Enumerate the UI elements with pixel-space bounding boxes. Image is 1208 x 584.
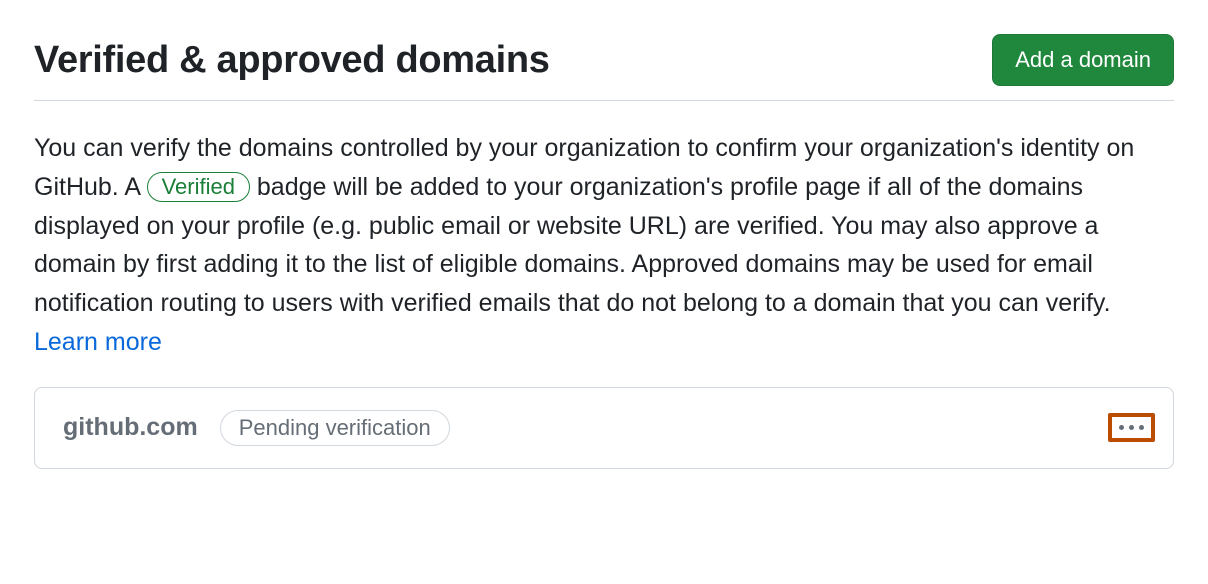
- description-text: You can verify the domains controlled by…: [34, 129, 1174, 362]
- kebab-icon: [1119, 425, 1144, 430]
- pending-verification-badge: Pending verification: [220, 410, 450, 446]
- page-title: Verified & approved domains: [34, 39, 550, 82]
- domain-list-item: github.com Pending verification: [34, 387, 1174, 469]
- learn-more-link[interactable]: Learn more: [34, 328, 162, 356]
- add-domain-button[interactable]: Add a domain: [992, 34, 1174, 86]
- domain-name: github.com: [63, 413, 198, 442]
- domain-actions-menu-button[interactable]: [1108, 413, 1155, 442]
- settings-header: Verified & approved domains Add a domain: [34, 34, 1174, 101]
- verified-badge: Verified: [147, 172, 250, 202]
